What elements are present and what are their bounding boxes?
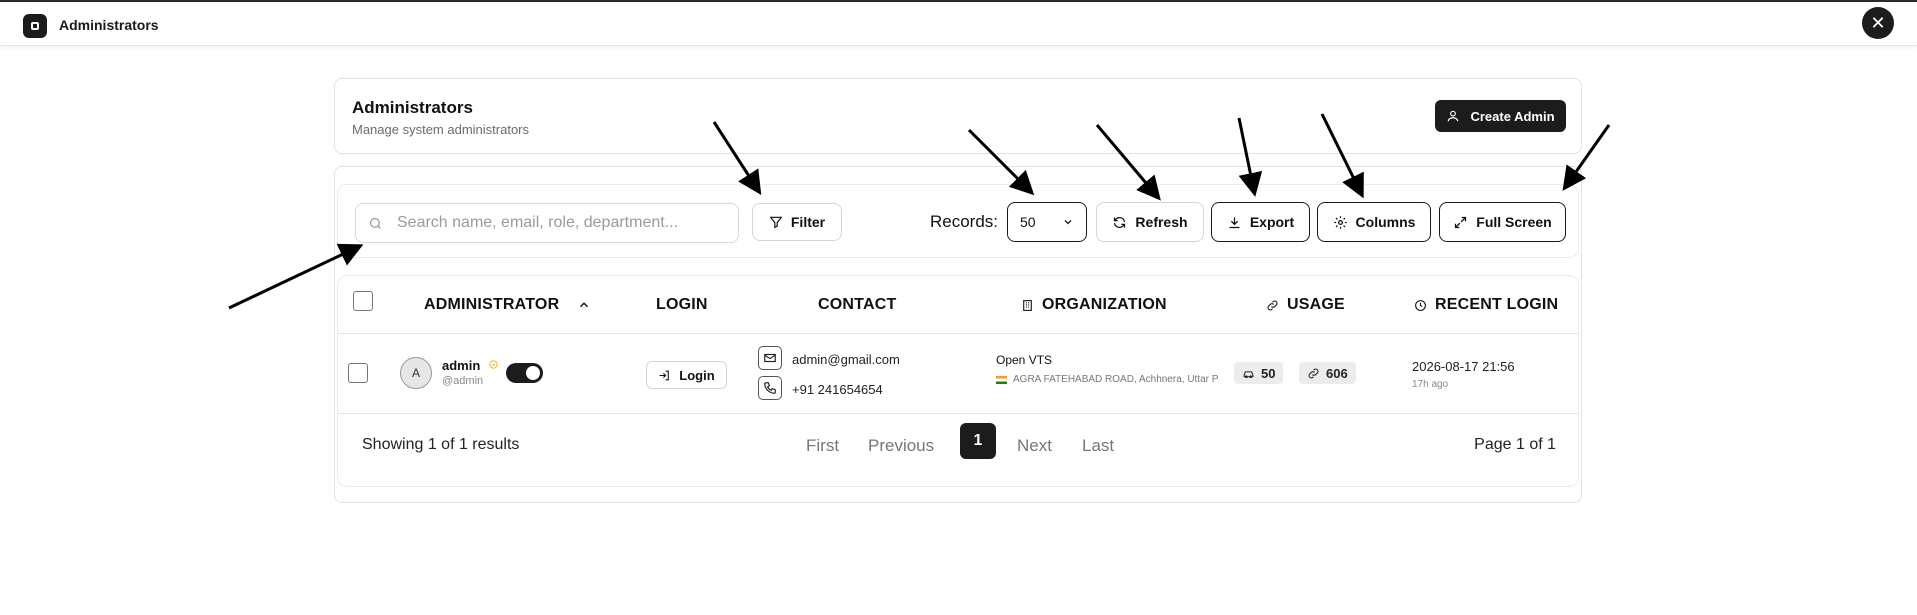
search-box[interactable]: [355, 203, 739, 243]
table-toolbar: Filter Records: 50 Refresh Export Column…: [337, 184, 1579, 258]
pager-previous[interactable]: Previous: [868, 436, 934, 456]
create-admin-label: Create Admin: [1470, 108, 1555, 124]
refresh-button[interactable]: Refresh: [1096, 202, 1204, 242]
organization-address: AGRA FATEHABAD ROAD, Achhnera, Uttar P: [996, 374, 1221, 385]
admin-handle: @admin: [442, 375, 484, 387]
records-select[interactable]: 50: [1007, 202, 1087, 242]
sort-up-icon: [580, 302, 589, 308]
organization-name: Open VTS: [996, 353, 1053, 367]
contact-email: admin@gmail.com: [792, 352, 900, 367]
admin-table: ADMINISTRATOR LOGIN CONTACT ORGANIZATION…: [337, 275, 1579, 487]
page-subtitle: Manage system administrators: [352, 122, 530, 137]
pager-first[interactable]: First: [806, 436, 839, 456]
select-all-checkbox[interactable]: [353, 291, 373, 311]
clock-icon: [1415, 299, 1426, 311]
page-info: Page 1 of 1: [1474, 436, 1556, 453]
admin-name: admin: [442, 358, 499, 373]
mail-icon: [758, 346, 782, 370]
refresh-label: Refresh: [1135, 214, 1188, 230]
pager-next[interactable]: Next: [1017, 436, 1052, 456]
login-icon: [659, 370, 670, 380]
table-header: ADMINISTRATOR LOGIN CONTACT ORGANIZATION…: [338, 276, 1578, 334]
column-header-contact: CONTACT: [818, 296, 897, 313]
usage-links-badge: 606: [1299, 362, 1356, 384]
link-icon: [1267, 300, 1278, 310]
app-logo-icon: [23, 14, 47, 38]
pager-current-page[interactable]: 1: [960, 423, 996, 459]
active-toggle[interactable]: [506, 363, 543, 383]
search-input[interactable]: [397, 214, 717, 232]
fullscreen-label: Full Screen: [1476, 214, 1552, 230]
search-icon: [369, 217, 381, 229]
filter-button[interactable]: Filter: [752, 203, 842, 241]
building-icon: [1023, 299, 1032, 311]
columns-button[interactable]: Columns: [1317, 202, 1431, 242]
window-title: Administrators: [59, 17, 159, 33]
column-header-login: LOGIN: [656, 296, 708, 313]
recent-login-time: 2026-08-17 21:56: [1412, 359, 1515, 374]
login-as-button[interactable]: Login: [646, 361, 727, 389]
pager-last[interactable]: Last: [1082, 436, 1114, 456]
usage-vehicles-badge: 50: [1234, 362, 1284, 384]
contact-phone: +91 241654654: [792, 382, 883, 397]
page-title: Administrators: [352, 98, 473, 117]
export-label: Export: [1249, 214, 1295, 230]
filter-icon: [769, 216, 783, 229]
car-icon: [1243, 370, 1254, 378]
gear-icon: [1333, 215, 1347, 229]
columns-label: Columns: [1355, 214, 1416, 230]
expand-icon: [1455, 216, 1467, 228]
avatar: A: [400, 357, 432, 389]
chevron-down-icon: [1064, 220, 1072, 225]
india-flag-icon: [996, 375, 1007, 384]
column-header-administrator[interactable]: ADMINISTRATOR: [424, 296, 591, 314]
title-bar: Administrators: [0, 2, 1917, 46]
close-button[interactable]: ✕: [1862, 7, 1894, 39]
user-icon: [1448, 110, 1459, 122]
login-label: Login: [679, 367, 715, 383]
recent-login-ago: 17h ago: [1412, 379, 1449, 390]
link-icon: [1308, 368, 1319, 378]
column-header-usage: USAGE: [1266, 296, 1345, 314]
refresh-icon: [1114, 216, 1126, 228]
records-label: Records:: [930, 212, 999, 231]
download-icon: [1229, 217, 1240, 228]
row-checkbox[interactable]: [348, 363, 368, 383]
phone-icon: [758, 376, 782, 400]
create-admin-button[interactable]: Create Admin: [1435, 100, 1566, 132]
admin-table-card: Filter Records: 50 Refresh Export Column…: [334, 166, 1582, 503]
page-header-card: Administrators Manage system administrat…: [334, 78, 1582, 154]
filter-label: Filter: [790, 214, 826, 230]
column-header-organization: ORGANIZATION: [1021, 296, 1167, 314]
table-row: A admin @admin Login admin@gmail.com +91…: [338, 335, 1578, 414]
export-button[interactable]: Export: [1211, 202, 1310, 242]
crown-icon: [489, 360, 498, 369]
close-icon: ✕: [1870, 13, 1886, 33]
records-value: 50: [1020, 214, 1036, 230]
fullscreen-button[interactable]: Full Screen: [1439, 202, 1566, 242]
column-header-recent-login: RECENT LOGIN: [1414, 296, 1558, 314]
results-count: Showing 1 of 1 results: [362, 436, 520, 453]
